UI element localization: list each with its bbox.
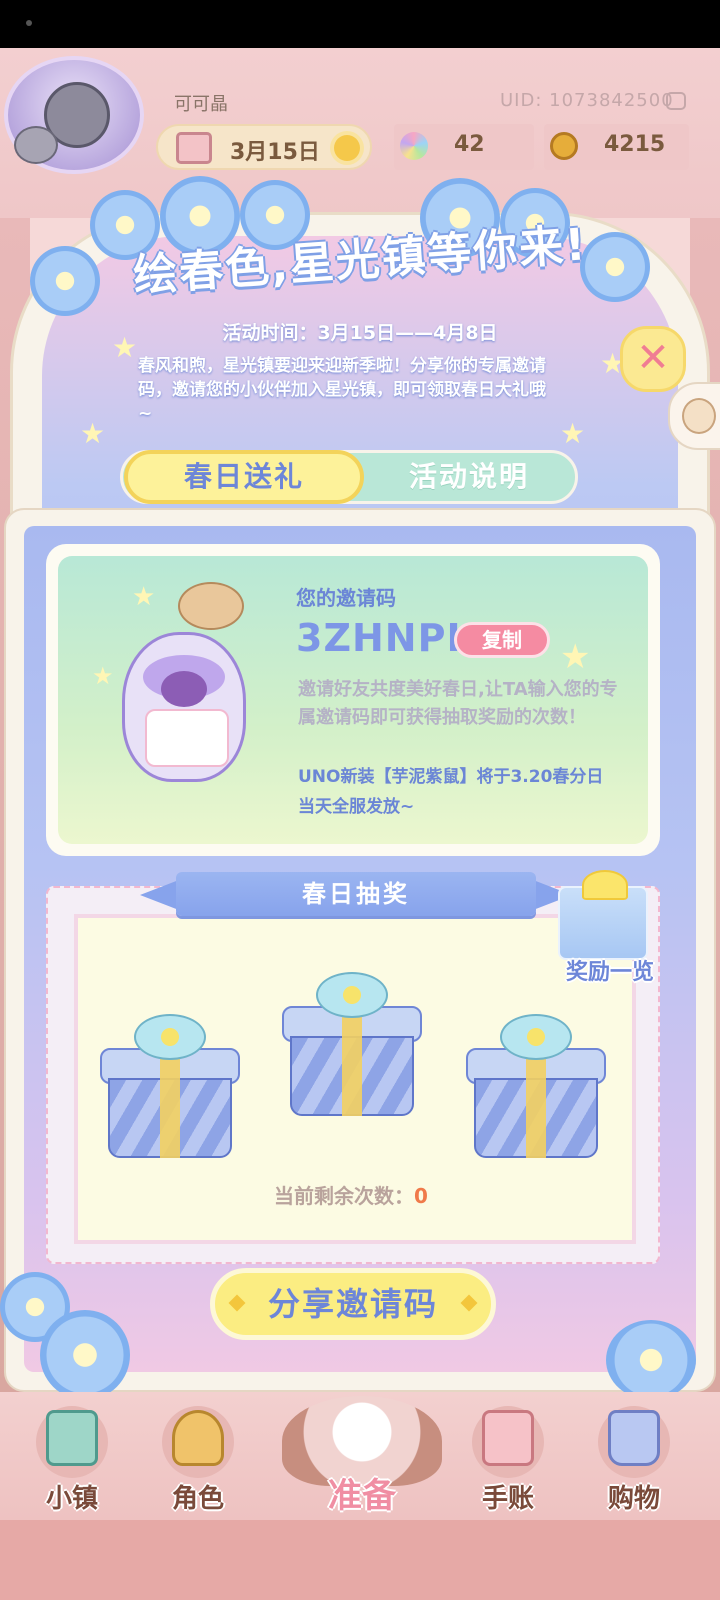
event-time: 活动时间：3月15日——4月8日 (222, 322, 498, 344)
reward-list-button[interactable]: 奖励一览 (548, 954, 672, 986)
sun-icon (334, 135, 360, 161)
current-date: 3月15日 (230, 140, 320, 165)
nav-town-label: 小镇 (45, 1484, 98, 1514)
tab-event-info[interactable]: 活动说明 (364, 450, 574, 504)
star-decoration-icon: ★ (92, 662, 114, 690)
diamond-icon (460, 1294, 478, 1312)
invite-description: 邀请好友共度美好春日,让TA输入您的专属邀请码即可获得抽取奖励的次数！ (298, 679, 618, 728)
gift-bow-icon (134, 1014, 206, 1060)
nav-journal[interactable]: 手账 (458, 1400, 558, 1518)
journal-icon (482, 1410, 534, 1466)
close-button[interactable]: ✕ (620, 326, 686, 392)
gift-bow-icon (500, 1014, 572, 1060)
gift-bow-icon (316, 972, 388, 1018)
coin-count: 4215 (604, 132, 666, 157)
star-decoration-icon: ★ (80, 417, 106, 450)
bottom-bar (0, 1520, 720, 1600)
nav-character-label: 角色 (171, 1484, 224, 1514)
coin-currency[interactable]: 4215 (544, 124, 689, 170)
flower-decoration-icon (606, 1320, 696, 1400)
invite-code: 3ZHNPH (296, 616, 480, 660)
tab-spring-gift[interactable]: 春日送礼 (124, 450, 364, 504)
kitten-avatar-icon (14, 126, 58, 164)
nav-shopping-label: 购物 (607, 1484, 660, 1514)
star-decoration-icon: ★ (560, 417, 586, 450)
copy-button[interactable]: 复制 (454, 622, 550, 658)
flower-currency[interactable]: 42 (394, 124, 534, 170)
invite-note: UNO新装【芋泥紫鼠】将于3.20春分日当天全服发放~ (298, 767, 604, 817)
side-shortcut-button[interactable] (668, 382, 720, 450)
star-decoration-icon: ★ (560, 637, 591, 677)
bunny-icon (682, 398, 716, 434)
character-icon (172, 1410, 224, 1466)
share-invite-code-label: 分享邀请码 (267, 1285, 438, 1323)
share-invite-code-button[interactable]: 分享邀请码 (210, 1268, 496, 1340)
player-avatar[interactable] (4, 56, 144, 174)
nav-town[interactable]: 小镇 (22, 1400, 122, 1518)
status-bar (0, 0, 720, 48)
nav-journal-label: 手账 (481, 1484, 534, 1514)
flower-count: 42 (454, 132, 485, 157)
player-name: 可可晶 (174, 94, 228, 115)
gift-box-1[interactable] (100, 1014, 240, 1158)
nav-prepare[interactable]: 准备 (262, 1388, 462, 1520)
nav-shopping[interactable]: 购物 (584, 1400, 684, 1518)
diamond-icon (228, 1294, 246, 1312)
player-uid: UID: 1073842500 (500, 90, 674, 111)
star-decoration-icon: ★ (132, 582, 156, 612)
date-weather-pill[interactable]: 3月15日 (156, 124, 372, 170)
purple-hamster-outfit-image (122, 632, 246, 782)
nav-prepare-label: 准备 (328, 1476, 396, 1516)
shopping-bag-icon (608, 1410, 660, 1466)
remaining-draws: 当前剩余次数：0 (274, 1180, 428, 1209)
event-description: 春风和煦，星光镇要迎来迎新季啦！分享你的专属邀请码，邀请您的小伙伴加入星光镇，即… (138, 356, 546, 424)
remaining-draws-count: 0 (414, 1184, 428, 1208)
gift-box-3[interactable] (466, 1014, 606, 1158)
gift-box-2[interactable] (282, 972, 422, 1116)
copy-uid-icon[interactable] (666, 92, 686, 110)
gift-bow-icon (582, 870, 628, 900)
keychain-charm-icon (178, 582, 244, 630)
calendar-icon (176, 132, 212, 164)
lottery-title: 春日抽奖 (176, 872, 536, 916)
nav-character[interactable]: 角色 (148, 1400, 248, 1518)
remaining-draws-label: 当前剩余次数： (274, 1184, 414, 1208)
flower-icon (400, 132, 428, 160)
coin-icon (550, 132, 578, 160)
invite-code-label: 您的邀请码 (296, 586, 396, 610)
flower-decoration-icon (40, 1310, 130, 1400)
map-icon (46, 1410, 98, 1466)
